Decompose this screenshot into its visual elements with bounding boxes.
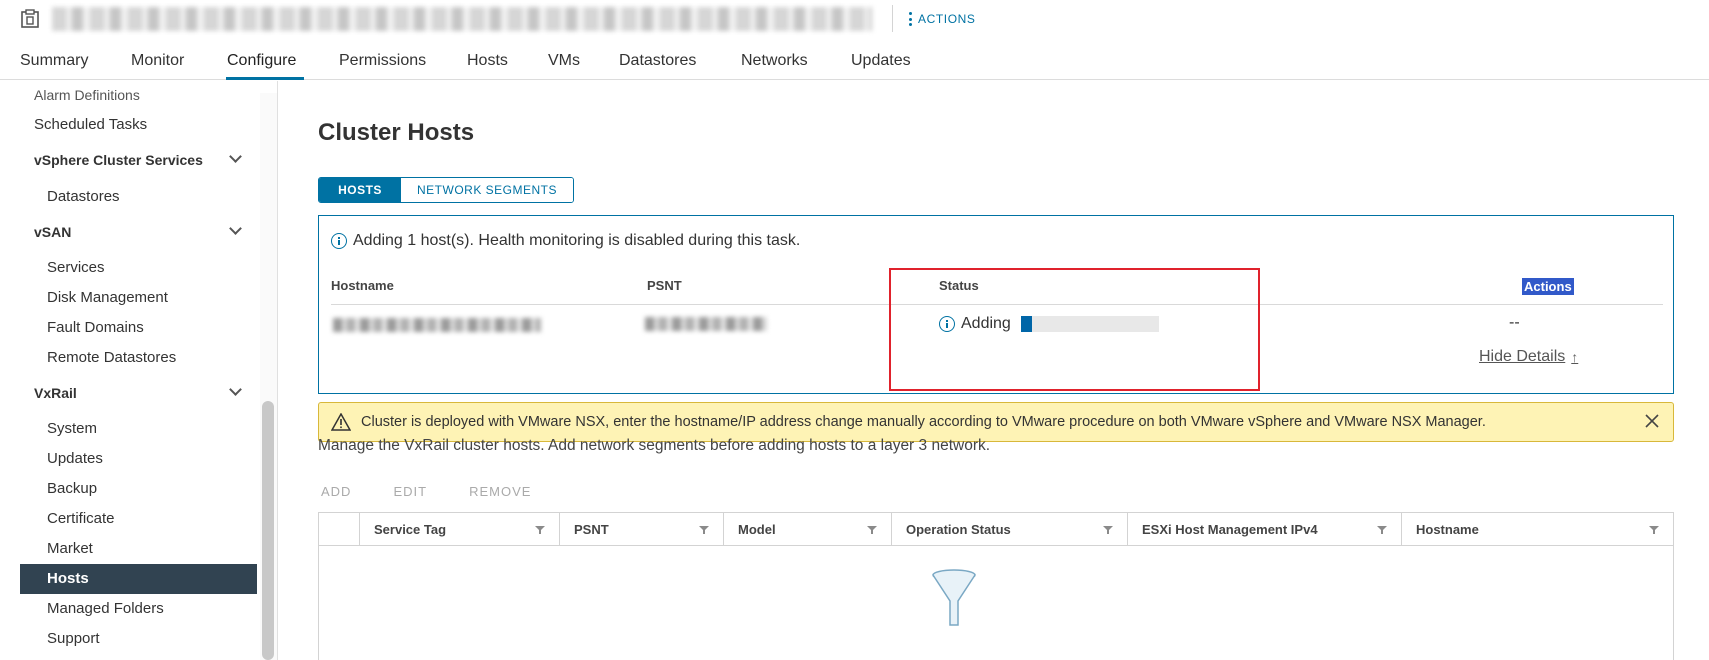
column-service-tag[interactable]: Service Tag xyxy=(359,513,559,546)
actions-menu-button[interactable]: ACTIONS xyxy=(908,11,976,27)
chevron-down-icon[interactable] xyxy=(229,222,242,235)
hide-details-label: Hide Details xyxy=(1479,348,1566,365)
filter-icon[interactable] xyxy=(535,525,545,535)
view-toggle: HOSTS NETWORK SEGMENTS xyxy=(318,177,575,203)
sidebar-item-alarm-definitions[interactable]: Alarm Definitions xyxy=(34,87,140,103)
tab-hosts[interactable]: Hosts xyxy=(467,52,508,70)
column-label: Service Tag xyxy=(374,522,447,537)
configure-sidebar: Alarm Definitions Scheduled Tasks vSpher… xyxy=(0,81,278,660)
warning-icon xyxy=(331,413,351,431)
info-icon xyxy=(331,233,347,249)
column-header-psnt: PSNT xyxy=(647,278,682,293)
kebab-icon xyxy=(908,12,912,26)
tab-permissions[interactable]: Permissions xyxy=(339,52,426,70)
warning-message: Cluster is deployed with VMware NSX, ent… xyxy=(361,414,1486,430)
sidebar-item-updates[interactable]: Updates xyxy=(47,450,103,467)
info-icon xyxy=(939,316,955,332)
sidebar-item-vcls-datastores[interactable]: Datastores xyxy=(47,188,120,205)
object-title-redacted xyxy=(52,7,872,31)
sidebar-item-remote-datastores[interactable]: Remote Datastores xyxy=(47,349,176,366)
hostname-redacted xyxy=(333,318,541,332)
page-description: Manage the VxRail cluster hosts. Add net… xyxy=(318,437,991,454)
tab-networks[interactable]: Networks xyxy=(741,52,808,70)
task-progress-panel: Adding 1 host(s). Health monitoring is d… xyxy=(318,215,1674,394)
column-header-hostname: Hostname xyxy=(331,278,394,293)
sidebar-item-disk-management[interactable]: Disk Management xyxy=(47,289,168,306)
hosts-grid: Service Tag PSNT Model Operation Status … xyxy=(318,512,1674,660)
sidebar-item-support[interactable]: Support xyxy=(47,630,100,647)
column-header-actions: Actions xyxy=(1522,278,1574,295)
object-tabs: Summary Monitor Configure Permissions Ho… xyxy=(0,42,1709,80)
progress-fill xyxy=(1020,316,1032,332)
chevron-down-icon[interactable] xyxy=(229,383,242,396)
actions-label: ACTIONS xyxy=(918,12,976,26)
row-actions-value: -- xyxy=(1509,314,1520,331)
column-label: Hostname xyxy=(1416,522,1479,537)
tab-vms[interactable]: VMs xyxy=(548,52,580,70)
filter-icon[interactable] xyxy=(1649,525,1659,535)
host-status-text: Adding xyxy=(961,315,1011,332)
page-title: Cluster Hosts xyxy=(318,119,475,146)
sidebar-item-system[interactable]: System xyxy=(47,420,97,437)
table-toolbar: ADD EDIT REMOVE xyxy=(321,484,531,499)
remove-button[interactable]: REMOVE xyxy=(469,484,531,499)
object-header: ACTIONS xyxy=(0,0,1709,38)
chevron-down-icon[interactable] xyxy=(229,150,242,163)
sidebar-item-hosts[interactable]: Hosts xyxy=(20,564,257,594)
sidebar-group-vxrail[interactable]: VxRail xyxy=(34,385,77,401)
grid-header: Service Tag PSNT Model Operation Status … xyxy=(319,513,1673,546)
sidebar-item-managed-folders[interactable]: Managed Folders xyxy=(47,600,164,617)
psnt-redacted xyxy=(645,317,767,331)
filter-icon[interactable] xyxy=(1103,525,1113,535)
tab-summary[interactable]: Summary xyxy=(20,52,88,70)
nsx-warning-banner: Cluster is deployed with VMware NSX, ent… xyxy=(318,402,1674,442)
sidebar-scrollbar-thumb[interactable] xyxy=(262,401,274,660)
sidebar-item-market[interactable]: Market xyxy=(47,540,93,557)
add-button[interactable]: ADD xyxy=(321,484,351,499)
column-label: PSNT xyxy=(574,522,609,537)
sidebar-group-vsan[interactable]: vSAN xyxy=(34,224,71,240)
tab-datastores[interactable]: Datastores xyxy=(619,52,696,70)
task-message: Adding 1 host(s). Health monitoring is d… xyxy=(331,232,800,250)
empty-state-filter-icon xyxy=(932,569,976,626)
filter-icon[interactable] xyxy=(1377,525,1387,535)
column-esxi-management-ipv4[interactable]: ESXi Host Management IPv4 xyxy=(1127,513,1401,546)
column-label: Operation Status xyxy=(906,522,1011,537)
hide-details-link[interactable]: Hide Details ↑ xyxy=(1479,348,1578,366)
adding-progress-bar xyxy=(1020,316,1159,332)
sidebar-item-services[interactable]: Services xyxy=(47,259,105,276)
sidebar-item-backup[interactable]: Backup xyxy=(47,480,97,497)
filter-icon[interactable] xyxy=(867,525,877,535)
sidebar-group-vsphere-cluster-services[interactable]: vSphere Cluster Services xyxy=(34,152,203,168)
edit-button[interactable]: EDIT xyxy=(393,484,427,499)
tab-configure[interactable]: Configure xyxy=(227,52,296,70)
column-psnt[interactable]: PSNT xyxy=(559,513,723,546)
close-icon[interactable] xyxy=(1643,412,1661,430)
column-label: Model xyxy=(738,522,776,537)
main-content: Cluster Hosts HOSTS NETWORK SEGMENTS Add… xyxy=(279,81,1709,660)
row-divider xyxy=(331,304,1663,305)
arrow-up-icon: ↑ xyxy=(1571,349,1579,365)
hosts-segment-button[interactable]: HOSTS xyxy=(319,178,401,202)
vsphere-cluster-icon xyxy=(21,9,39,28)
header-divider xyxy=(892,5,893,32)
host-status: Adding xyxy=(939,315,1159,333)
network-segments-button[interactable]: NETWORK SEGMENTS xyxy=(401,178,574,202)
tab-updates[interactable]: Updates xyxy=(851,52,911,70)
filter-icon[interactable] xyxy=(699,525,709,535)
column-label: ESXi Host Management IPv4 xyxy=(1142,522,1318,537)
column-header-status: Status xyxy=(939,278,979,293)
sidebar-item-scheduled-tasks[interactable]: Scheduled Tasks xyxy=(34,116,147,133)
column-hostname[interactable]: Hostname xyxy=(1401,513,1673,546)
tab-monitor[interactable]: Monitor xyxy=(131,52,184,70)
sidebar-item-fault-domains[interactable]: Fault Domains xyxy=(47,319,144,336)
column-model[interactable]: Model xyxy=(723,513,891,546)
sidebar-item-hosts-label: Hosts xyxy=(47,570,89,587)
task-message-text: Adding 1 host(s). Health monitoring is d… xyxy=(353,232,801,249)
active-tab-indicator xyxy=(226,77,304,80)
sidebar-item-certificate[interactable]: Certificate xyxy=(47,510,115,527)
column-operation-status[interactable]: Operation Status xyxy=(891,513,1127,546)
